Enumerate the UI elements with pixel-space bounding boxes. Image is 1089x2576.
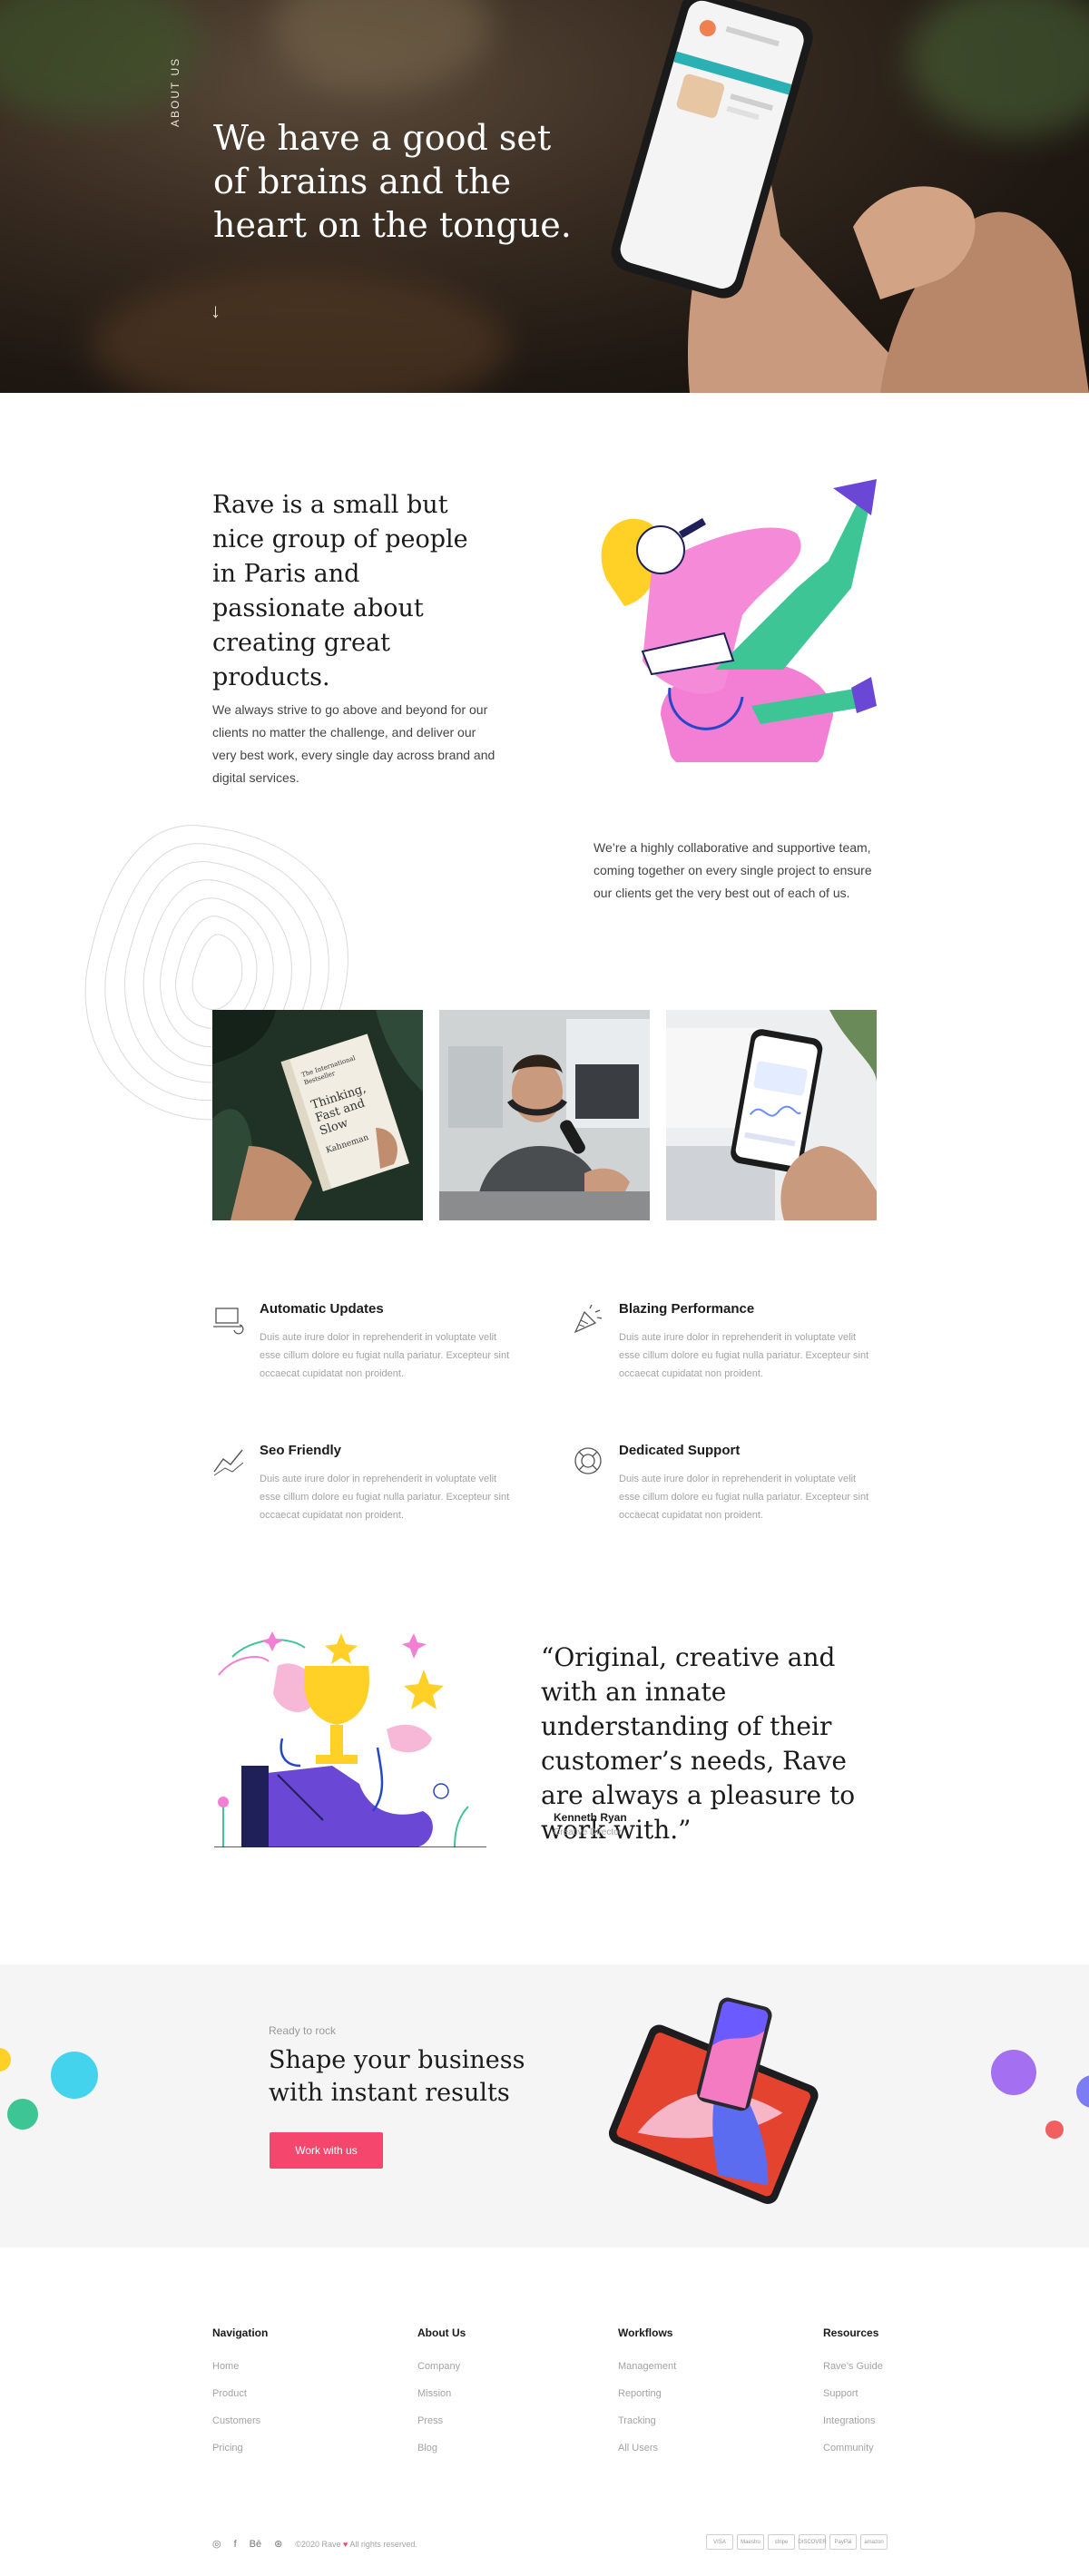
- footer-column: About Us Company Mission Press Blog: [417, 2326, 466, 2470]
- work-with-us-button[interactable]: Work with us: [270, 2132, 383, 2169]
- laptop-refresh-icon: [213, 1308, 244, 1335]
- footer-column-title: Workflows: [618, 2326, 673, 2339]
- intro-text-secondary: We’re a highly collaborative and support…: [594, 840, 872, 900]
- person-phone-illustration: [601, 479, 877, 762]
- dribbble-icon[interactable]: ⊛: [274, 2538, 282, 2550]
- hand-holding-phone-image: [611, 0, 1089, 393]
- footer-link[interactable]: Community: [823, 2443, 883, 2454]
- behance-icon[interactable]: Bē: [250, 2539, 261, 2550]
- amazon-card-icon: amazon: [860, 2534, 888, 2550]
- footer-link[interactable]: Rave’s Guide: [823, 2361, 883, 2373]
- phone-dashboard-photo: [666, 1010, 877, 1220]
- footer-link[interactable]: Tracking: [618, 2415, 676, 2427]
- devices-illustration: [608, 1997, 819, 2205]
- feature-text: Duis aute irure dolor in reprehenderit i…: [260, 1332, 510, 1379]
- payment-cards: VISA Maestro stripe DISCOVER PayPal amaz…: [706, 2534, 888, 2550]
- testimonial-role: Creative Director: [554, 1827, 623, 1837]
- copyright-brand: ©2020 Rave: [295, 2539, 341, 2549]
- hero-bokeh: [272, 0, 490, 91]
- footer-link[interactable]: Management: [618, 2361, 676, 2373]
- feature-text: Duis aute irure dolor in reprehenderit i…: [619, 1332, 869, 1379]
- testimonial-name: Kenneth Ryan: [554, 1811, 627, 1824]
- feature-title: Seo Friendly: [260, 1443, 342, 1458]
- paypal-card-icon: PayPal: [829, 2534, 857, 2550]
- decor-dot: [1045, 2121, 1064, 2139]
- section-label: ABOUT US: [169, 56, 182, 127]
- decor-dot: [7, 2099, 38, 2130]
- party-popper-icon: [574, 1304, 603, 1334]
- footer-link[interactable]: Blog: [417, 2443, 466, 2454]
- footer-column: Resources Rave’s Guide Support Integrati…: [823, 2326, 883, 2470]
- book-photo: The International Bestseller Thinking, F…: [212, 1010, 423, 1220]
- footer-link[interactable]: Reporting: [618, 2388, 676, 2400]
- footer-link[interactable]: Pricing: [212, 2443, 268, 2454]
- copyright: ©2020 Rave ♥ All rights reserved.: [295, 2540, 417, 2549]
- maestro-card-icon: Maestro: [737, 2534, 764, 2550]
- decor-dot: [0, 2048, 11, 2072]
- footer-column: Navigation Home Product Customers Pricin…: [212, 2326, 268, 2470]
- footer-column-title: Navigation: [212, 2326, 269, 2339]
- hero-title: We have a good set of brains and the hea…: [213, 118, 572, 245]
- visa-card-icon: VISA: [706, 2534, 733, 2550]
- footer-bottom-bar: ◎ f Bē ⊛ ©2020 Rave ♥ All rights reserve…: [212, 2538, 417, 2551]
- hero-section: ABOUT US We have a good set of brains an…: [0, 0, 1089, 393]
- footer-link[interactable]: Product: [212, 2388, 268, 2400]
- podcaster-photo: [439, 1010, 650, 1220]
- footer-link[interactable]: Mission: [417, 2388, 466, 2400]
- decor-dot: [1076, 2075, 1089, 2108]
- intro-heading: Rave is a small but nice group of people…: [212, 491, 468, 691]
- discover-card-icon: DISCOVER: [798, 2534, 827, 2550]
- cta-section: Ready to rock Shape your business with i…: [0, 1964, 1089, 2248]
- feature-title: Dedicated Support: [619, 1443, 741, 1458]
- feature-text: Duis aute irure dolor in reprehenderit i…: [619, 1474, 869, 1521]
- feature-title: Blazing Performance: [619, 1301, 755, 1317]
- footer-column: Workflows Management Reporting Tracking …: [618, 2326, 676, 2470]
- cta-title: Shape your business with instant results: [269, 2046, 525, 2107]
- heart-icon: ♥: [343, 2539, 348, 2549]
- cta-kicker: Ready to rock: [269, 2024, 337, 2037]
- copyright-rights: All rights reserved.: [349, 2539, 417, 2549]
- trend-chart-icon: [213, 1449, 244, 1476]
- trophy-illustration: [214, 1631, 486, 1847]
- feature-title: Automatic Updates: [260, 1301, 384, 1317]
- arrow-down-icon[interactable]: ↓: [211, 299, 221, 323]
- decor-dot: [991, 2050, 1036, 2095]
- feature-text: Duis aute irure dolor in reprehenderit i…: [260, 1474, 510, 1521]
- footer-link[interactable]: Home: [212, 2361, 268, 2373]
- footer-link[interactable]: All Users: [618, 2443, 676, 2454]
- stripe-card-icon: stripe: [768, 2534, 795, 2550]
- footer-link[interactable]: Press: [417, 2415, 466, 2427]
- footer-column-title: About Us: [417, 2326, 466, 2339]
- footer-link[interactable]: Integrations: [823, 2415, 883, 2427]
- footer-link[interactable]: Customers: [212, 2415, 268, 2427]
- hero-bokeh: [91, 272, 508, 393]
- decor-dot: [51, 2052, 98, 2099]
- facebook-icon[interactable]: f: [234, 2539, 237, 2550]
- footer-link[interactable]: Support: [823, 2388, 883, 2400]
- footer-column-title: Resources: [823, 2326, 879, 2339]
- lifebuoy-icon: [574, 1447, 602, 1474]
- footer-link[interactable]: Company: [417, 2361, 466, 2373]
- instagram-icon[interactable]: ◎: [212, 2538, 221, 2550]
- intro-text: We always strive to go above and beyond …: [212, 702, 495, 785]
